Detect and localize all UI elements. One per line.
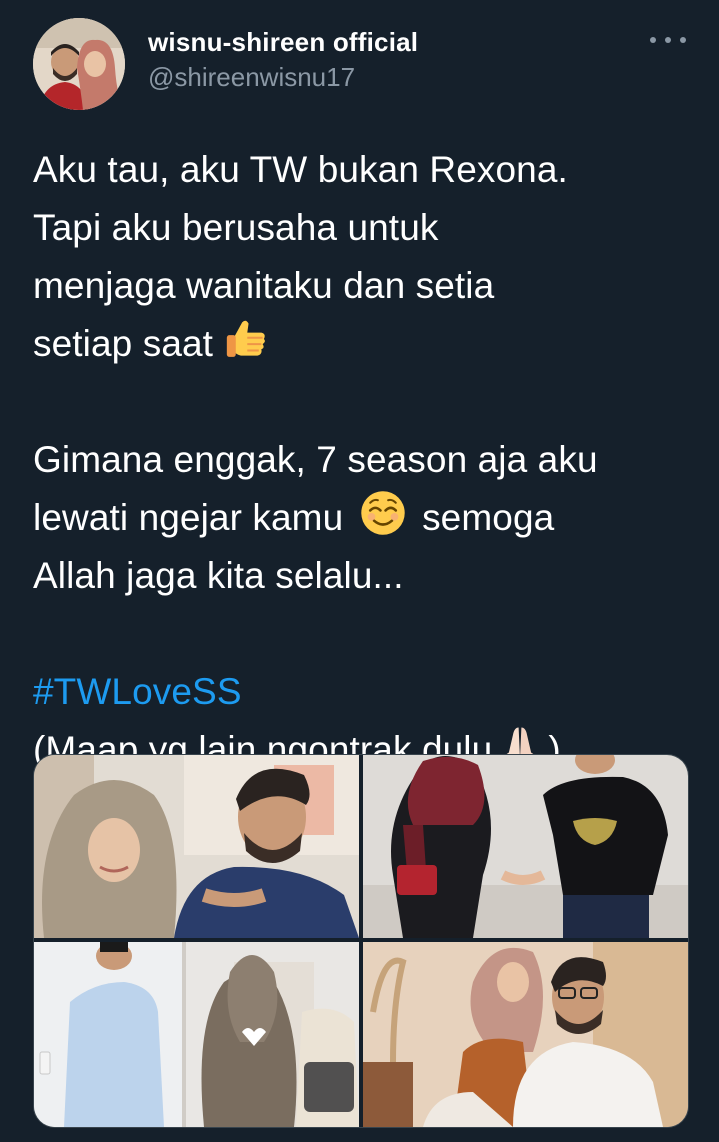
tweet-line-text: lewati ngejar kamu (33, 497, 344, 538)
avatar[interactable] (33, 18, 125, 110)
tweet-photo[interactable] (34, 942, 359, 1127)
tweet-line: menjaga wanitaku dan setia (33, 265, 495, 306)
tweet-photo[interactable] (34, 755, 359, 938)
author-names: wisnu-shireen official @shireenwisnu17 (148, 26, 418, 94)
tweet-text: Aku tau, aku TW bukan Rexona. Tapi aku b… (33, 141, 693, 779)
tweet-line-text: semoga (422, 497, 555, 538)
relieved-face-emoji (360, 491, 405, 535)
tweet-line: Tapi aku berusaha untuk (33, 207, 439, 248)
tweet-photo[interactable] (363, 942, 688, 1127)
tweet-line: Gimana enggak, 7 season aja aku (33, 439, 598, 480)
more-options-icon[interactable] (650, 28, 686, 52)
tweet-line: Allah jaga kita selalu... (33, 555, 404, 596)
tweet-line: #TWLoveSS (33, 663, 693, 721)
tweet-line: setiap saat (33, 315, 693, 373)
tweet-header: wisnu-shireen official @shireenwisnu17 (33, 18, 688, 110)
hashtag-link[interactable]: #TWLoveSS (33, 671, 242, 712)
thumbs-up-emoji (227, 320, 266, 357)
tweet-line-text: setiap saat (33, 323, 214, 364)
tweet-photo[interactable] (363, 755, 688, 938)
media-grid (33, 754, 689, 1128)
tweet-line: Aku tau, aku TW bukan Rexona. (33, 149, 568, 190)
display-name[interactable]: wisnu-shireen official (148, 26, 418, 58)
user-handle[interactable]: @shireenwisnu17 (148, 60, 418, 94)
tweet-line: lewati ngejar kamu semoga (33, 489, 693, 547)
